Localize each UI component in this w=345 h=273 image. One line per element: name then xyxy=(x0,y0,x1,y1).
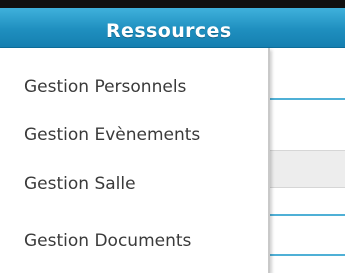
menu-item-gestion-documents[interactable]: Gestion Documents xyxy=(0,218,268,264)
background-divider xyxy=(270,254,345,256)
menu-item-gestion-salle[interactable]: Gestion Salle xyxy=(0,161,268,207)
menu-item-label: Gestion Documents xyxy=(24,231,192,251)
background-divider xyxy=(270,98,345,100)
menu-item-label: Gestion Personnels xyxy=(24,77,187,97)
menu-ressources[interactable]: Ressources xyxy=(0,8,345,48)
menu-item-label: Gestion Evènements xyxy=(24,125,201,145)
screen: Ressources Gestion Personnels Gestion Ev… xyxy=(0,0,345,273)
background-divider xyxy=(270,214,345,216)
background-row xyxy=(270,150,345,188)
menu-item-label: Gestion Salle xyxy=(24,174,136,194)
ressources-dropdown: Gestion Personnels Gestion Evènements Ge… xyxy=(0,48,270,273)
menu-title[interactable]: Ressources xyxy=(106,20,232,42)
top-strip xyxy=(0,0,345,8)
menu-item-gestion-evenements[interactable]: Gestion Evènements xyxy=(0,112,268,158)
menu-item-gestion-personnels[interactable]: Gestion Personnels xyxy=(0,64,268,110)
